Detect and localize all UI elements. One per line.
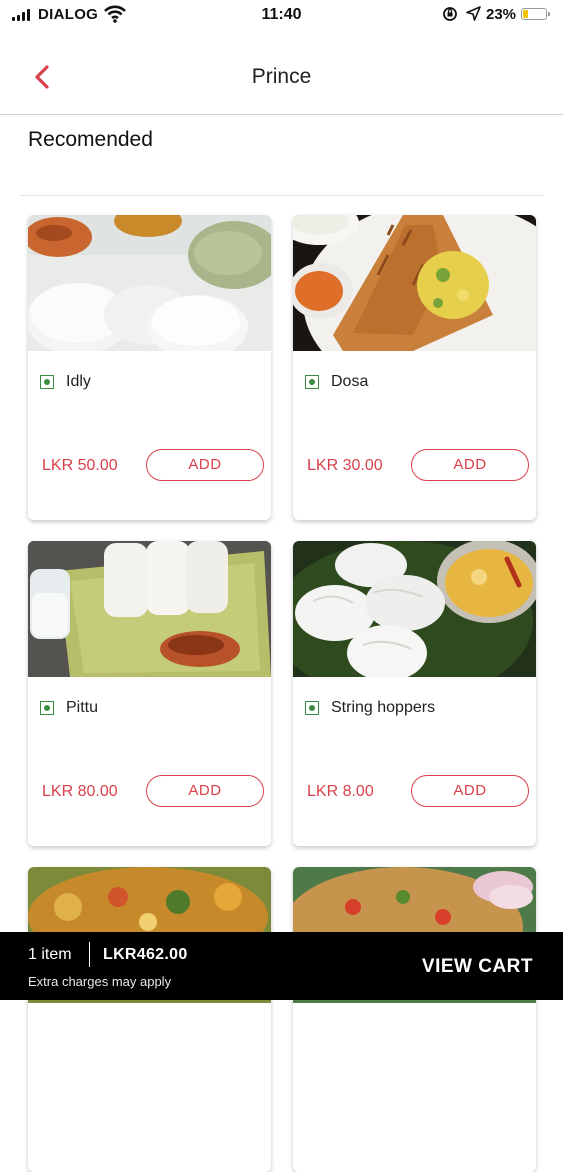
menu-item-card[interactable]: Idly LKR 50.00 ADD xyxy=(28,215,271,520)
status-bar: DIALOG 11:40 23% xyxy=(0,0,563,30)
item-price: LKR 8.00 xyxy=(307,783,374,800)
cart-divider xyxy=(89,942,90,967)
cart-item-count: 1 item xyxy=(28,946,72,963)
section-title: Recomended xyxy=(28,128,153,151)
menu-item-card[interactable] xyxy=(28,867,271,1172)
item-price: LKR 30.00 xyxy=(307,457,383,474)
veg-indicator-icon xyxy=(305,701,319,715)
cart-summary-bar[interactable]: 1 item LKR462.00 Extra charges may apply… xyxy=(0,932,563,1000)
cart-total: LKR462.00 xyxy=(103,946,188,963)
battery-icon xyxy=(521,8,550,20)
idly-food-image xyxy=(28,215,271,351)
battery-percentage: 23% xyxy=(486,6,517,23)
navigation-bar: Prince xyxy=(0,30,563,115)
add-to-cart-button[interactable]: ADD xyxy=(146,775,264,807)
veg-indicator-icon xyxy=(40,375,54,389)
view-cart-button[interactable]: VIEW CART xyxy=(422,956,533,978)
item-price: LKR 80.00 xyxy=(42,783,118,800)
item-name: String hoppers xyxy=(331,699,436,716)
menu-item-card[interactable]: String hoppers LKR 8.00 ADD xyxy=(293,541,536,846)
add-to-cart-button[interactable]: ADD xyxy=(146,449,264,481)
page-title: Prince xyxy=(251,65,312,88)
add-to-cart-button[interactable]: ADD xyxy=(411,775,529,807)
item-name: Dosa xyxy=(331,373,369,390)
menu-item-card[interactable] xyxy=(293,867,536,1172)
veg-indicator-icon xyxy=(40,701,54,715)
item-name: Pittu xyxy=(66,699,99,716)
cart-charges-note: Extra charges may apply xyxy=(28,974,172,989)
menu-item-card[interactable]: Dosa LKR 30.00 ADD xyxy=(293,215,536,520)
location-arrow-icon xyxy=(466,6,481,21)
veg-indicator-icon xyxy=(305,375,319,389)
item-price: LKR 50.00 xyxy=(42,457,118,474)
string-hoppers-food-image xyxy=(293,541,536,677)
section-divider xyxy=(20,195,543,196)
dosa-food-image xyxy=(293,215,536,351)
menu-item-card[interactable]: Pittu LKR 80.00 ADD xyxy=(28,541,271,846)
pittu-food-image xyxy=(28,541,271,677)
item-name: Idly xyxy=(66,373,91,390)
add-to-cart-button[interactable]: ADD xyxy=(411,449,529,481)
orientation-lock-icon xyxy=(443,7,457,21)
